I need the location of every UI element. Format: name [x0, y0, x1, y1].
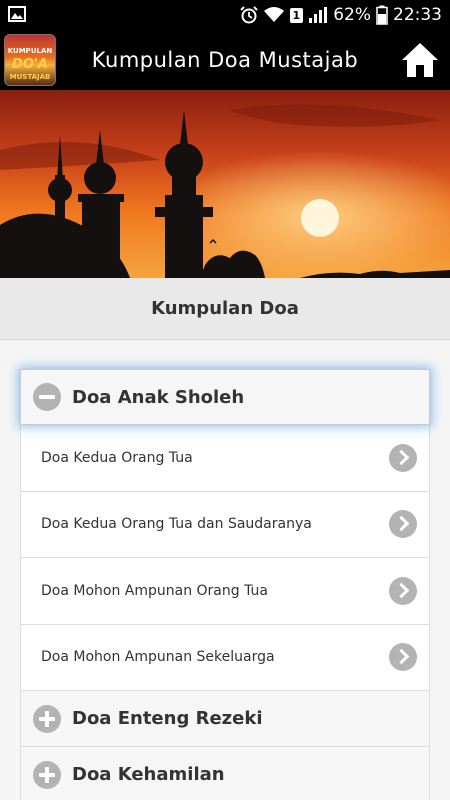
- collapse-icon: [33, 383, 61, 411]
- expand-icon: [33, 760, 61, 789]
- section-title: Kumpulan Doa: [0, 278, 450, 340]
- chevron-right-icon: [389, 643, 417, 672]
- chevron-right-icon: [389, 576, 417, 605]
- accordion-header-doa-kehamilan[interactable]: Doa Kehamilan: [20, 747, 430, 800]
- app-bar: KUMPULAN DO'A MUSTAJAB Kumpulan Doa Must…: [0, 30, 450, 90]
- expand-icon: [33, 704, 61, 733]
- list-item-doa-kedua-orang-tua[interactable]: Doa Kedua Orang Tua: [21, 425, 429, 492]
- list-item-label: Doa Mohon Ampunan Orang Tua: [41, 582, 268, 599]
- accordion-header-doa-enteng-rezeki[interactable]: Doa Enteng Rezeki: [20, 691, 430, 747]
- sim-badge: 1: [289, 7, 304, 23]
- list-item-doa-mohon-ampunan-orang-tua[interactable]: Doa Mohon Ampunan Orang Tua: [21, 558, 429, 625]
- banner-image: [0, 90, 450, 278]
- list-item-label: Doa Mohon Ampunan Sekeluarga: [41, 649, 275, 666]
- accordion-header-label: Doa Kehamilan: [72, 764, 225, 785]
- chevron-right-icon: [389, 510, 417, 539]
- list-item-doa-mohon-ampunan-sekeluarga[interactable]: Doa Mohon Ampunan Sekeluarga: [21, 625, 429, 691]
- home-icon[interactable]: [400, 41, 440, 79]
- list-item-label: Doa Kedua Orang Tua: [41, 449, 193, 466]
- chevron-right-icon: [389, 443, 417, 472]
- list-item-label: Doa Kedua Orang Tua dan Saudaranya: [41, 516, 312, 533]
- accordion-body: Doa Kedua Orang Tua Doa Kedua Orang Tua …: [20, 425, 430, 691]
- accordion-header-label: Doa Anak Sholeh: [72, 386, 245, 408]
- signal-icon: [309, 7, 328, 23]
- battery-percent: 62%: [333, 5, 371, 25]
- status-bar: 1 62% 22:33: [0, 0, 450, 30]
- wifi-icon: [263, 7, 284, 22]
- clock: 22:33: [393, 5, 442, 25]
- image-notification-icon: [8, 6, 26, 22]
- status-icons: 1 62% 22:33: [239, 0, 442, 30]
- app-title: Kumpulan Doa Mustajab: [91, 48, 359, 72]
- accordion-header-doa-anak-sholeh[interactable]: Doa Anak Sholeh: [20, 369, 430, 425]
- alarm-icon: [239, 6, 258, 24]
- list-item-doa-kedua-orang-tua-dan-saudaranya[interactable]: Doa Kedua Orang Tua dan Saudaranya: [21, 492, 429, 558]
- doa-accordion: Doa Anak Sholeh Doa Kedua Orang Tua Doa …: [20, 369, 430, 800]
- accordion-header-label: Doa Enteng Rezeki: [72, 708, 263, 729]
- battery-icon: [376, 5, 388, 25]
